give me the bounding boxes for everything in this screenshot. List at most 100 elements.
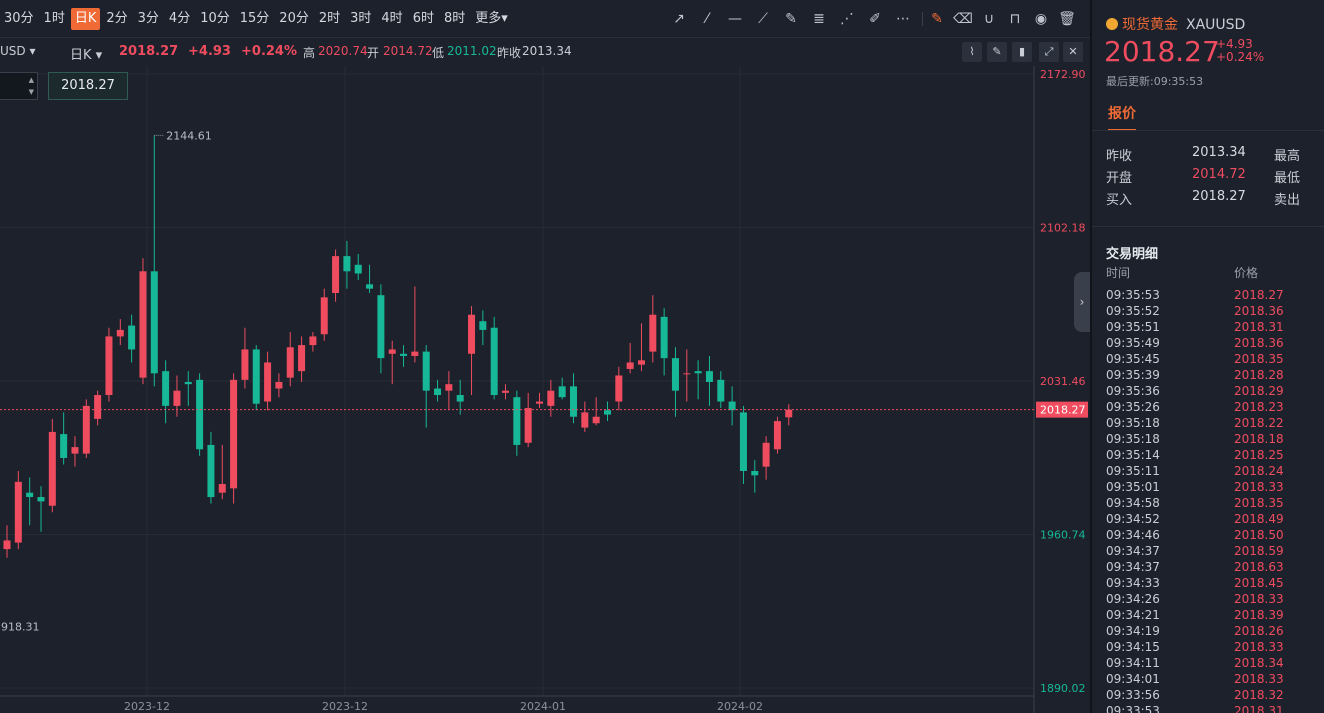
symbol-selector[interactable]: USD ▾ bbox=[0, 44, 35, 58]
trend-line-tool-icon[interactable]: ⟋ bbox=[752, 8, 774, 30]
low-label: 低 bbox=[432, 46, 445, 60]
current-price-label: 2018.27 bbox=[1040, 404, 1086, 417]
interval-13[interactable]: 8时 bbox=[440, 8, 469, 30]
candle-body bbox=[150, 271, 158, 374]
trade-row: 09:35:01 2018.33 bbox=[1106, 479, 1316, 495]
eraser-icon[interactable]: ⌫ bbox=[952, 8, 974, 30]
trade-price: 2018.63 bbox=[1234, 560, 1284, 574]
candle-body bbox=[513, 397, 521, 445]
brush-tool-icon[interactable]: ✐ bbox=[864, 8, 886, 30]
trade-row: 09:35:45 2018.35 bbox=[1106, 351, 1316, 367]
fan-tool-icon[interactable]: ⋰ bbox=[836, 8, 858, 30]
interval-10[interactable]: 3时 bbox=[346, 8, 375, 30]
trade-time: 09:35:52 bbox=[1106, 304, 1160, 318]
price-info-bar: USD ▾ 日K ▾ 2018.27 +4.93 +0.24% 高 2020.7… bbox=[0, 38, 1090, 66]
candle-body bbox=[615, 375, 623, 402]
segment-tool-icon[interactable]: ✎ bbox=[780, 8, 802, 30]
trade-row: 09:34:01 2018.33 bbox=[1106, 671, 1316, 687]
trade-row: 09:35:18 2018.22 bbox=[1106, 415, 1316, 431]
candle-body bbox=[60, 434, 68, 458]
chart-type-icon[interactable]: ▮ bbox=[1012, 42, 1032, 62]
ray-line-tool-icon[interactable]: ↗ bbox=[668, 8, 690, 30]
interval-6[interactable]: 10分 bbox=[196, 8, 234, 30]
interval-11[interactable]: 4时 bbox=[377, 8, 406, 30]
candle-body bbox=[456, 395, 464, 402]
candle-body bbox=[705, 371, 713, 382]
close-icon[interactable]: ✕ bbox=[1063, 42, 1083, 62]
candle-body bbox=[739, 412, 747, 471]
trade-row: 09:34:37 2018.63 bbox=[1106, 559, 1316, 575]
trade-price: 2018.59 bbox=[1234, 544, 1284, 558]
trade-time: 09:34:37 bbox=[1106, 544, 1160, 558]
trade-row: 09:34:26 2018.33 bbox=[1106, 591, 1316, 607]
trade-price: 2018.26 bbox=[1234, 624, 1284, 638]
crosshair-price-box[interactable]: 2018.27 bbox=[48, 72, 128, 100]
candle-body bbox=[603, 410, 611, 415]
stepper-down-icon[interactable]: ▼ bbox=[29, 88, 34, 96]
tab-quote[interactable]: 报价 bbox=[1108, 103, 1136, 131]
trash-icon[interactable]: 🗑 bbox=[1056, 8, 1078, 30]
more-tools-icon[interactable]: ⋯ bbox=[892, 8, 914, 30]
interval-0[interactable]: 30分 bbox=[0, 8, 38, 30]
candle-body bbox=[536, 401, 544, 404]
trade-time: 09:34:11 bbox=[1106, 656, 1160, 670]
trade-time: 09:33:53 bbox=[1106, 704, 1160, 713]
candle-body bbox=[264, 362, 272, 402]
trade-time: 09:35:18 bbox=[1106, 416, 1160, 430]
trade-time: 09:34:46 bbox=[1106, 528, 1160, 542]
interval-3[interactable]: 2分 bbox=[102, 8, 131, 30]
price-change-pct: +0.24% bbox=[241, 44, 297, 59]
trade-time: 09:34:19 bbox=[1106, 624, 1160, 638]
interval-5[interactable]: 4分 bbox=[165, 8, 194, 30]
trade-row: 09:34:33 2018.45 bbox=[1106, 575, 1316, 591]
panel-collapse-button[interactable]: › bbox=[1074, 272, 1090, 332]
indicator-icon[interactable]: ⌇ bbox=[962, 42, 982, 62]
candle-body bbox=[637, 360, 645, 365]
horizontal-line-tool-icon[interactable]: — bbox=[724, 8, 746, 30]
edit-drawing-icon[interactable]: ✎ bbox=[926, 8, 948, 30]
prev-close-value: 2013.34 bbox=[522, 44, 572, 58]
x-tick-label: 2023-12 bbox=[124, 700, 170, 713]
candle-body bbox=[275, 381, 283, 389]
instrument-name: 现货黄金 XAUUSD bbox=[1106, 14, 1245, 34]
candle-body bbox=[241, 349, 249, 380]
extended-line-tool-icon[interactable]: ⁄ bbox=[696, 8, 718, 30]
quote-label-secondary: 卖出 bbox=[1274, 193, 1301, 208]
candle-body bbox=[207, 444, 215, 498]
y-tick-label: 2102.18 bbox=[1040, 222, 1086, 235]
interval-8[interactable]: 20分 bbox=[275, 8, 313, 30]
interval-2[interactable]: 日K bbox=[70, 8, 101, 30]
magnet-icon[interactable]: ∪ bbox=[978, 8, 1000, 30]
quantity-stepper[interactable]: ▲ ▼ bbox=[0, 72, 38, 100]
max-price-label: 2144.61 bbox=[166, 129, 212, 142]
candle-body bbox=[728, 401, 736, 411]
interval-4[interactable]: 3分 bbox=[134, 8, 163, 30]
lock-icon[interactable]: ⊓ bbox=[1004, 8, 1026, 30]
interval-9[interactable]: 2时 bbox=[315, 8, 344, 30]
trade-price: 2018.22 bbox=[1234, 416, 1284, 430]
price-change: +4.93 bbox=[188, 44, 231, 59]
fullscreen-icon[interactable]: ⤢ bbox=[1039, 42, 1059, 62]
interval-14[interactable]: 更多▾ bbox=[471, 8, 512, 30]
candle-body bbox=[139, 271, 147, 378]
eye-icon[interactable]: ◉ bbox=[1030, 8, 1052, 30]
candle-body bbox=[762, 442, 770, 467]
trade-row: 09:35:18 2018.18 bbox=[1106, 431, 1316, 447]
trade-row: 09:33:53 2018.31 bbox=[1106, 703, 1316, 713]
interval-1[interactable]: 1时 bbox=[40, 8, 69, 30]
trade-row: 09:34:52 2018.49 bbox=[1106, 511, 1316, 527]
interval-12[interactable]: 6时 bbox=[409, 8, 438, 30]
stepper-up-icon[interactable]: ▲ bbox=[29, 76, 34, 84]
candle-body bbox=[558, 386, 566, 398]
draw-pencil-icon[interactable]: ✎ bbox=[987, 42, 1007, 62]
candle-body bbox=[490, 327, 498, 396]
period-selector[interactable]: 日K ▾ bbox=[70, 44, 102, 63]
trade-time: 09:35:18 bbox=[1106, 432, 1160, 446]
trade-row: 09:35:51 2018.31 bbox=[1106, 319, 1316, 335]
candle-body bbox=[422, 351, 430, 391]
trade-time: 09:34:26 bbox=[1106, 592, 1160, 606]
fibonacci-tool-icon[interactable]: ≣ bbox=[808, 8, 830, 30]
trade-row: 09:34:15 2018.33 bbox=[1106, 639, 1316, 655]
interval-7[interactable]: 15分 bbox=[236, 8, 274, 30]
candlestick-chart[interactable]: 2023-12 2023-12 2024-01 2024-02 2172.90 2102.… bbox=[0, 66, 1090, 713]
